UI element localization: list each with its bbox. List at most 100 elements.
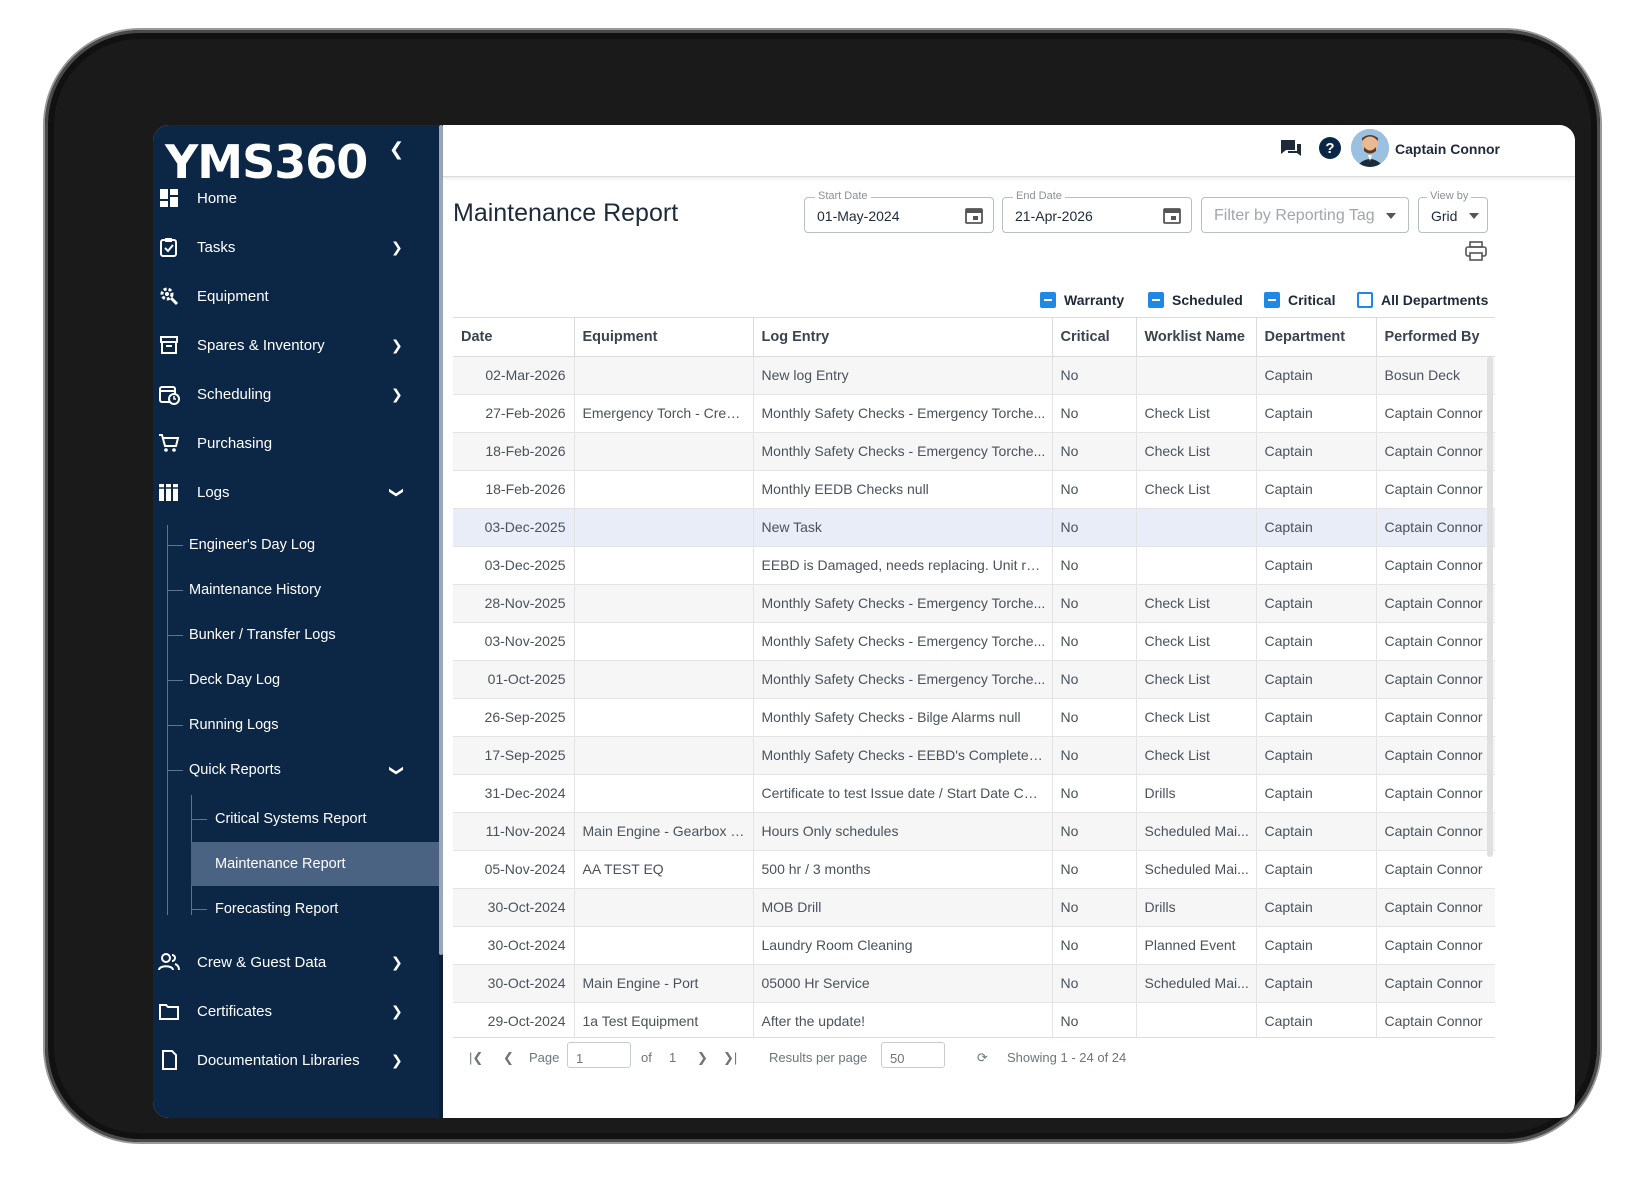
avatar[interactable]	[1351, 129, 1389, 167]
calendar-icon[interactable]	[965, 206, 983, 224]
users-icon	[157, 950, 181, 974]
sidebar-subitem-critical-systems-report[interactable]: Critical Systems Report	[215, 797, 439, 841]
cell-critical: No	[1052, 622, 1137, 661]
calendar-icon[interactable]	[1163, 206, 1181, 224]
cell-worklist-name: Check List	[1136, 584, 1257, 623]
sidebar-item-scheduling[interactable]: Scheduling ❯	[153, 374, 439, 414]
collapse-sidebar-icon[interactable]: ❮	[389, 139, 404, 160]
all-departments-checkbox[interactable]: All Departments	[1357, 292, 1488, 308]
refresh-icon[interactable]: ⟳	[977, 1050, 988, 1066]
sidebar-item-tasks[interactable]: Tasks ❯	[153, 227, 439, 267]
cell-performed-by: Captain Connor	[1376, 926, 1495, 965]
column-header-equipment[interactable]: Equipment	[574, 318, 754, 357]
print-icon[interactable]	[1465, 241, 1487, 261]
sidebar-item-purchasing[interactable]: Purchasing	[153, 423, 439, 463]
previous-page-icon[interactable]: ❮	[503, 1050, 514, 1066]
sidebar-item-spares-inventory[interactable]: Spares & Inventory ❯	[153, 325, 439, 365]
table-row[interactable]: 27-Feb-2026 Emergency Torch - Crew... Mont…	[453, 394, 1495, 433]
table-row[interactable]: 02-Mar-2026 New log Entry No Captain Bosun D…	[453, 356, 1495, 395]
cell-department: Captain	[1256, 356, 1377, 395]
table-row[interactable]: 30-Oct-2024 Laundry Room Cleaning No Planne…	[453, 926, 1495, 965]
table-row[interactable]: 31-Dec-2024 Certificate to test Issue dat…	[453, 774, 1495, 813]
reporting-tag-select[interactable]: Filter by Reporting Tag	[1201, 197, 1409, 233]
table-row[interactable]: 11-Nov-2024 Main Engine - Gearbox - ... Ho…	[453, 812, 1495, 851]
cell-critical: No	[1052, 508, 1137, 547]
next-page-icon[interactable]: ❯	[697, 1050, 708, 1066]
first-page-icon[interactable]: |❮	[469, 1050, 483, 1066]
table-row[interactable]: 03-Nov-2025 Monthly Safety Checks - Emerg…	[453, 622, 1495, 661]
table-row[interactable]: 03-Dec-2025 EEBD is Damaged, needs replac…	[453, 546, 1495, 585]
sidebar-subitem-bunker-transfer-logs[interactable]: Bunker / Transfer Logs	[189, 615, 439, 655]
scheduled-checkbox[interactable]: Scheduled	[1148, 292, 1243, 308]
results-per-page-select[interactable]: 50	[881, 1042, 945, 1068]
table-row[interactable]: 05-Nov-2024 AA TEST EQ 500 hr / 3 months No…	[453, 850, 1495, 889]
table-row[interactable]: 29-Oct-2024 1a Test Equipment After the up…	[453, 1002, 1495, 1037]
cell-log-entry: EEBD is Damaged, needs replacing. Unit r…	[753, 546, 1053, 585]
cell-date: 29-Oct-2024	[453, 1002, 575, 1037]
table-row[interactable]: 28-Nov-2025 Monthly Safety Checks - Emerg…	[453, 584, 1495, 623]
table-scrollbar[interactable]	[1487, 357, 1493, 857]
showing-count: Showing 1 - 24 of 24	[1007, 1050, 1127, 1065]
column-header-date[interactable]: Date	[453, 318, 575, 357]
sidebar-item-logs[interactable]: Logs ❯	[153, 472, 439, 512]
sidebar-subitem-engineers-day-log[interactable]: Engineer's Day Log	[189, 525, 439, 565]
column-header-log-entry[interactable]: Log Entry	[753, 318, 1053, 357]
sidebar-scrollbar[interactable]	[439, 125, 443, 1118]
sidebar-subitem-maintenance-report[interactable]: Maintenance Report	[191, 842, 439, 886]
cell-performed-by: Bosun Deck	[1376, 356, 1495, 395]
sidebar-item-home[interactable]: Home	[153, 178, 439, 218]
sidebar-subitem-quick-reports[interactable]: Quick Reports ❯	[189, 750, 439, 790]
cell-performed-by: Captain Connor	[1376, 394, 1495, 433]
table-row[interactable]: 18-Feb-2026 Monthly EEDB Checks null No Che…	[453, 470, 1495, 509]
end-date-field[interactable]: End Date 21-Apr-2026	[1002, 190, 1192, 233]
sidebar-subitem-deck-day-log[interactable]: Deck Day Log	[189, 660, 439, 700]
cell-equipment	[574, 356, 754, 395]
sidebar-item-equipment[interactable]: Equipment	[153, 276, 439, 316]
sidebar-subitem-forecasting-report[interactable]: Forecasting Report	[215, 887, 439, 931]
cell-department: Captain	[1256, 394, 1377, 433]
tablet-frame: YMS360 ❮ Home Tasks ❯ Equipment Spares &…	[45, 30, 1600, 1142]
start-date-field[interactable]: Start Date 01-May-2024	[804, 190, 994, 233]
column-header-department[interactable]: Department	[1256, 318, 1377, 357]
cell-performed-by: Captain Connor	[1376, 508, 1495, 547]
cell-performed-by: Captain Connor	[1376, 698, 1495, 737]
column-header-worklist-name[interactable]: Worklist Name	[1136, 318, 1257, 357]
warranty-checkbox[interactable]: Warranty	[1040, 292, 1124, 308]
critical-checkbox[interactable]: Critical	[1264, 292, 1335, 308]
table-row[interactable]: 26-Sep-2025 Monthly Safety Checks - Bilge…	[453, 698, 1495, 737]
table-row[interactable]: 30-Oct-2024 Main Engine - Port 05000 Hr Se…	[453, 964, 1495, 1003]
cell-performed-by: Captain Connor	[1376, 850, 1495, 889]
sidebar-item-label: Equipment	[197, 287, 269, 305]
table-row[interactable]: 18-Feb-2026 Monthly Safety Checks - Emerg…	[453, 432, 1495, 471]
sidebar-subitem-running-logs[interactable]: Running Logs	[189, 705, 439, 745]
table-row[interactable]: 17-Sep-2025 Monthly Safety Checks - EEBD'…	[453, 736, 1495, 775]
last-page-icon[interactable]: ❯|	[723, 1050, 737, 1066]
table-row[interactable]: 01-Oct-2025 Monthly Safety Checks - Emerg…	[453, 660, 1495, 699]
view-by-select[interactable]: View by Grid	[1418, 190, 1488, 233]
cell-equipment	[574, 470, 754, 509]
cell-critical: No	[1052, 850, 1137, 889]
cell-date: 01-Oct-2025	[453, 660, 575, 699]
of-label: of	[641, 1050, 652, 1065]
cell-department: Captain	[1256, 508, 1377, 547]
column-header-critical[interactable]: Critical	[1052, 318, 1137, 357]
end-date-label: End Date	[1013, 190, 1065, 202]
cell-date: 30-Oct-2024	[453, 888, 575, 927]
column-header-performed-by[interactable]: Performed By	[1376, 318, 1495, 357]
sidebar-item-certificates[interactable]: Certificates ❯	[153, 991, 439, 1031]
sidebar-subitem-maintenance-history[interactable]: Maintenance History	[189, 570, 439, 610]
user-name[interactable]: Captain Connor	[1395, 141, 1500, 157]
sidebar-item-documentation-libraries[interactable]: Documentation Libraries ❯	[153, 1040, 439, 1080]
sidebar-item-crew-guest-data[interactable]: Crew & Guest Data ❯	[153, 942, 439, 982]
dropdown-caret-icon	[1469, 213, 1479, 219]
tree-line	[191, 819, 207, 820]
page-number-input[interactable]: 1	[567, 1042, 631, 1068]
cell-date: 26-Sep-2025	[453, 698, 575, 737]
chat-icon[interactable]	[1279, 137, 1303, 161]
cell-equipment	[574, 508, 754, 547]
cell-worklist-name: Check List	[1136, 394, 1257, 433]
table-row[interactable]: 03-Dec-2025 New Task No Captain Captain Conn…	[453, 508, 1495, 547]
table-row[interactable]: 30-Oct-2024 MOB Drill No Drills Captain Capta…	[453, 888, 1495, 927]
help-icon[interactable]: ?	[1319, 137, 1341, 159]
chevron-right-icon: ❯	[391, 385, 403, 402]
